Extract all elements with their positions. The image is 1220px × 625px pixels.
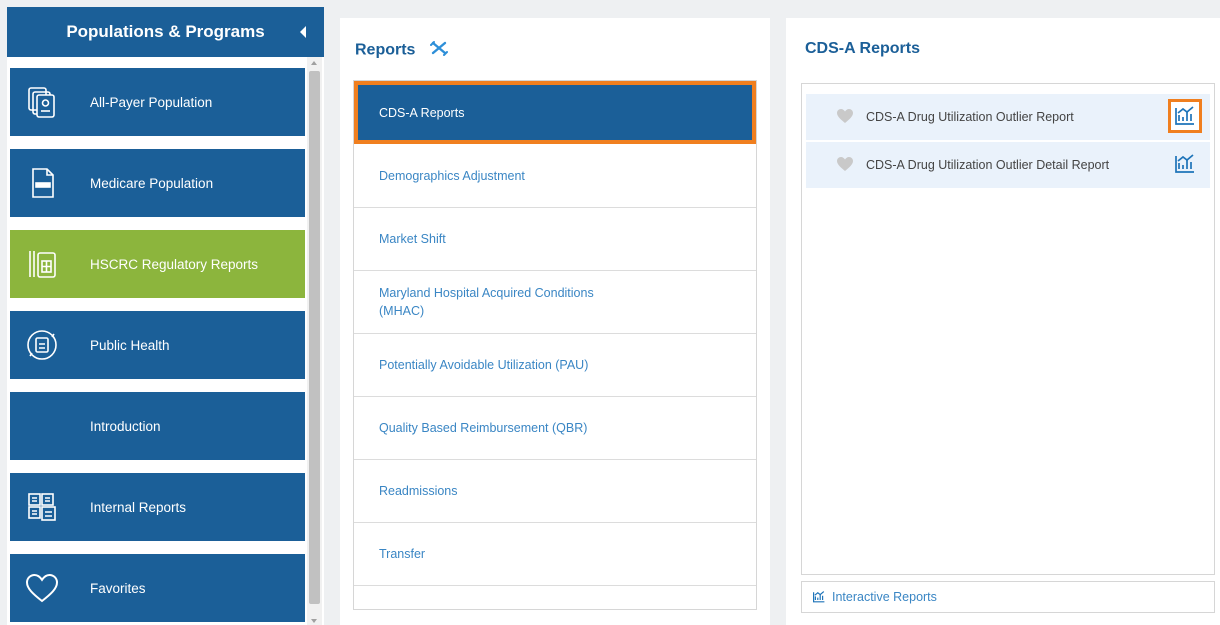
scroll-thumb[interactable] xyxy=(309,71,320,604)
favorite-heart-icon[interactable] xyxy=(836,156,854,177)
report-item-mhac[interactable]: Maryland Hospital Acquired Conditions (M… xyxy=(354,271,756,334)
report-item-qbr[interactable]: Quality Based Reimbursement (QBR) xyxy=(354,397,756,460)
sidebar-item-all-payer-population[interactable]: All-Payer Population xyxy=(10,68,305,136)
sidebar-item-internal-reports[interactable]: Internal Reports xyxy=(10,473,305,541)
report-item-label: CDS-A Reports xyxy=(379,105,465,120)
heart-icon xyxy=(24,570,60,606)
sidebar-scrollbar[interactable] xyxy=(307,57,322,625)
bar-chart-icon[interactable] xyxy=(1168,99,1202,133)
report-item-readmissions[interactable]: Readmissions xyxy=(354,460,756,523)
interactive-reports-label: Interactive Reports xyxy=(832,590,937,604)
report-item-label: Potentially Avoidable Utilization (PAU) xyxy=(379,358,589,372)
cds-report-label: CDS-A Drug Utilization Outlier Detail Re… xyxy=(866,158,1110,172)
sidebar-item-medicare-population[interactable]: Medicare Population xyxy=(10,149,305,217)
tools-icon[interactable] xyxy=(429,40,448,61)
document-stack-icon xyxy=(24,84,60,120)
public-health-icon xyxy=(24,327,60,363)
cds-report-row[interactable]: CDS-A Drug Utilization Outlier Detail Re… xyxy=(806,142,1210,188)
interactive-reports-link[interactable]: Interactive Reports xyxy=(801,581,1215,613)
report-item-label: Demographics Adjustment xyxy=(379,169,525,183)
cds-report-list: CDS-A Drug Utilization Outlier Report CD… xyxy=(801,83,1215,575)
sidebar-title: Populations & Programs xyxy=(66,22,265,41)
reports-title-text: Reports xyxy=(355,41,416,59)
report-item-pau[interactable]: Potentially Avoidable Utilization (PAU) xyxy=(354,334,756,397)
sidebar-item-favorites[interactable]: Favorites xyxy=(10,554,305,622)
scroll-down-arrow-icon[interactable] xyxy=(311,619,317,623)
collapse-sidebar-icon[interactable] xyxy=(300,26,306,38)
report-item-label: Transfer xyxy=(379,547,426,561)
sidebar-item-introduction[interactable]: Introduction xyxy=(10,392,305,460)
report-item-demographics-adjustment[interactable]: Demographics Adjustment xyxy=(354,145,756,208)
sidebar-item-label: Introduction xyxy=(90,418,161,434)
sidebar-item-hscrc-regulatory-reports[interactable]: HSCRC Regulatory Reports xyxy=(10,230,305,298)
sidebar-item-public-health[interactable]: Public Health xyxy=(10,311,305,379)
sidebar-item-label: Internal Reports xyxy=(90,499,187,515)
report-list: CDS-A Reports Demographics Adjustment Ma… xyxy=(353,80,757,610)
scroll-up-arrow-icon[interactable] xyxy=(311,61,317,65)
interactive-reports-icon xyxy=(812,591,826,603)
sidebar-item-label: All-Payer Population xyxy=(90,94,213,110)
report-item-market-shift[interactable]: Market Shift xyxy=(354,208,756,271)
sidebar-item-label: Medicare Population xyxy=(90,175,214,191)
sidebar-item-label: Favorites xyxy=(90,580,146,596)
bar-chart-icon[interactable] xyxy=(1168,147,1202,181)
medicare-card-icon xyxy=(24,165,60,201)
internal-reports-icon xyxy=(24,489,60,525)
sidebar-item-label: HSCRC Regulatory Reports xyxy=(90,256,259,272)
report-item-label: Readmissions xyxy=(379,484,458,498)
sidebar-header: Populations & Programs xyxy=(7,7,324,57)
cds-report-label: CDS-A Drug Utilization Outlier Report xyxy=(866,110,1074,124)
reports-title: Reports xyxy=(355,40,448,61)
regulatory-document-icon xyxy=(24,246,60,282)
cds-report-row[interactable]: CDS-A Drug Utilization Outlier Report xyxy=(806,94,1210,140)
sidebar-item-label: Public Health xyxy=(90,337,170,353)
report-item-cds-a-reports[interactable]: CDS-A Reports xyxy=(354,81,756,144)
report-item-transfer[interactable]: Transfer xyxy=(354,523,756,586)
favorite-heart-icon[interactable] xyxy=(836,108,854,129)
report-item-label: Market Shift xyxy=(379,232,446,246)
report-item-label: Quality Based Reimbursement (QBR) xyxy=(379,421,588,435)
cds-title: CDS-A Reports xyxy=(805,40,920,57)
report-item-label: Maryland Hospital Acquired Conditions (M… xyxy=(379,286,594,318)
